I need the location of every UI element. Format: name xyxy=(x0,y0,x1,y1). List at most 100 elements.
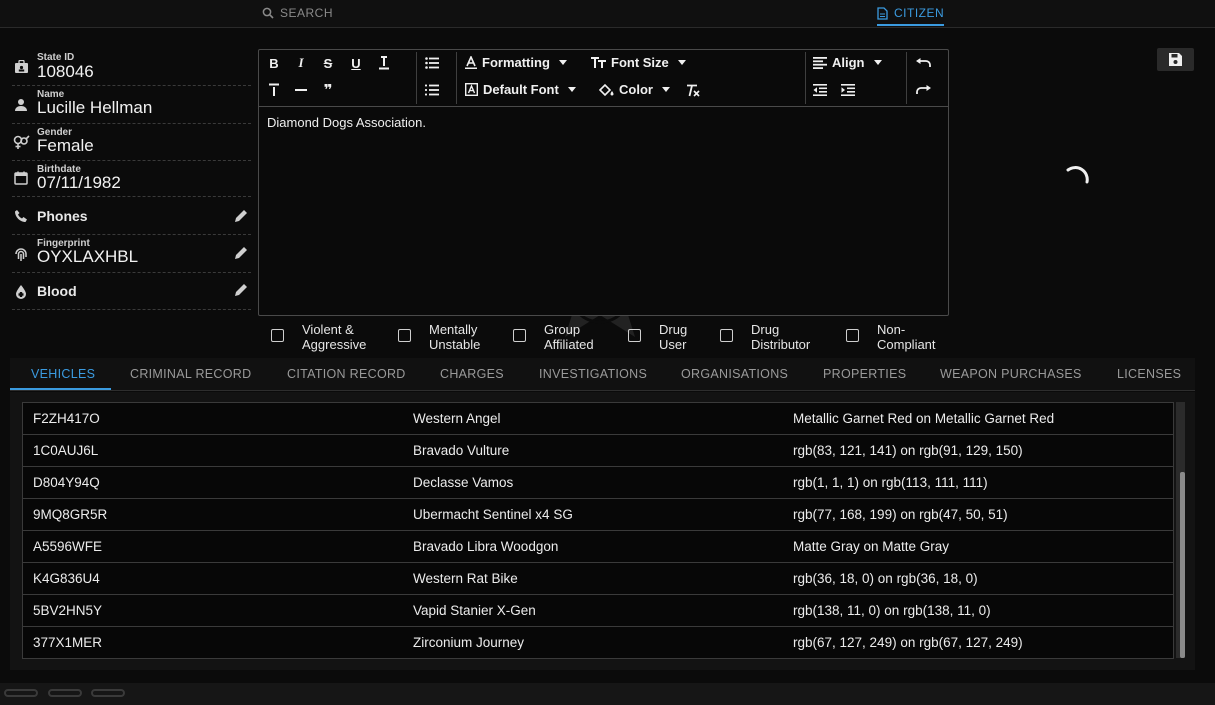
underline-button[interactable]: U xyxy=(347,53,365,73)
subscript-icon xyxy=(379,56,389,70)
table-row[interactable]: A5596WFE Bravado Libra Woodgon Matte Gray … xyxy=(22,531,1174,563)
table-row[interactable]: 5BV2HN5Y Vapid Stanier X-Gen rgb(138, 11, … xyxy=(22,595,1174,627)
tab-investigations[interactable]: INVESTIGATIONS xyxy=(539,367,647,381)
toolbar-separator xyxy=(416,52,417,104)
indent-icon xyxy=(841,84,855,96)
checkbox[interactable] xyxy=(271,329,284,342)
editor-content[interactable]: Diamond Dogs Association. xyxy=(267,115,426,130)
vehicle-color: rgb(36, 18, 0) on rgb(36, 18, 0) xyxy=(793,571,978,586)
checkbox[interactable] xyxy=(398,329,411,342)
notes-editor[interactable]: B I S U ❞ Formatting Font Size Default F… xyxy=(258,49,949,316)
flag-violent-aggressive[interactable]: Violent & Aggressive xyxy=(271,322,366,352)
clear-format-icon xyxy=(687,84,700,97)
table-row[interactable]: 9MQ8GR5R Ubermacht Sentinel x4 SG rgb(77, … xyxy=(22,499,1174,531)
edit-phones-pencil-icon[interactable] xyxy=(233,208,249,224)
table-row[interactable]: K4G836U4 Western Rat Bike rgb(36, 18, 0) o… xyxy=(22,563,1174,595)
bottom-pill-button[interactable] xyxy=(91,689,125,697)
vehicle-color: Matte Gray on Matte Gray xyxy=(793,539,950,554)
tab-properties[interactable]: PROPERTIES xyxy=(823,367,906,381)
table-row[interactable]: D804Y94Q Declasse Vamos rgb(1, 1, 1) on rg… xyxy=(22,467,1174,499)
table-row[interactable]: 377X1MER Zirconium Journey rgb(67, 127, 24… xyxy=(22,627,1174,659)
superscript-icon xyxy=(269,83,279,96)
undo-button[interactable] xyxy=(913,53,933,73)
fingerprint-icon xyxy=(12,245,30,263)
paint-bucket-icon xyxy=(599,83,614,96)
flag-drug-user[interactable]: Drug User xyxy=(628,322,687,352)
default-font-dropdown[interactable]: Default Font xyxy=(465,82,576,97)
vehicle-plate: 377X1MER xyxy=(33,635,103,650)
align-dropdown[interactable]: Align xyxy=(813,55,882,70)
save-button[interactable] xyxy=(1157,48,1194,71)
vehicle-model: Western Rat Bike xyxy=(413,571,518,586)
flag-non-compliant[interactable]: Non- Compliant xyxy=(846,322,936,352)
tab-licenses[interactable]: LICENSES xyxy=(1117,367,1181,381)
clear-format-button[interactable] xyxy=(684,80,702,100)
font-size-dropdown[interactable]: Font Size xyxy=(591,55,686,70)
flag-drug-distributor[interactable]: Drug Distributor xyxy=(720,322,810,352)
bold-button[interactable]: B xyxy=(265,53,283,73)
checkbox[interactable] xyxy=(628,329,641,342)
horizontal-rule-button[interactable] xyxy=(292,80,310,100)
scrollbar-thumb[interactable] xyxy=(1180,472,1185,658)
phones-label: Phones xyxy=(37,208,88,224)
italic-button[interactable]: I xyxy=(292,53,310,73)
flag-label-line: Violent & xyxy=(302,322,354,337)
align-left-icon xyxy=(813,56,827,69)
flag-label-line: User xyxy=(659,337,687,352)
birthdate-value: 07/11/1982 xyxy=(37,173,121,192)
default-font-label: Default Font xyxy=(483,82,559,97)
blockquote-button[interactable]: ❞ xyxy=(319,80,337,100)
gender-field: Gender Female xyxy=(12,124,251,161)
align-label: Align xyxy=(832,55,865,70)
flag-mentally-unstable[interactable]: Mentally Unstable xyxy=(398,322,480,352)
table-row[interactable]: 1C0AUJ6L Bravado Vulture rgb(83, 121, 141)… xyxy=(22,435,1174,467)
bottom-pill-button[interactable] xyxy=(48,689,82,697)
flag-label-line: Drug xyxy=(751,322,780,337)
strikethrough-button[interactable]: S xyxy=(319,53,337,73)
table-row[interactable]: F2ZH417O Western Angel Metallic Garnet Red… xyxy=(22,403,1174,435)
checkbox[interactable] xyxy=(720,329,733,342)
redo-button[interactable] xyxy=(913,80,933,100)
loading-spinner-icon xyxy=(1066,166,1089,184)
numbered-list-icon xyxy=(425,84,439,96)
vehicle-color: rgb(67, 127, 249) on rgb(67, 127, 249) xyxy=(793,635,1023,650)
vehicle-plate: 1C0AUJ6L xyxy=(33,443,99,458)
horizontal-rule-icon xyxy=(295,89,307,91)
checkbox[interactable] xyxy=(846,329,859,342)
tab-citation-record[interactable]: CITATION RECORD xyxy=(287,367,406,381)
tab-vehicles[interactable]: VEHICLES xyxy=(31,367,95,381)
search-icon xyxy=(262,7,274,19)
search-tab-label: SEARCH xyxy=(280,6,334,20)
vehicle-color: rgb(77, 168, 199) on rgb(47, 50, 51) xyxy=(793,507,1008,522)
tab-weapon-purchases[interactable]: WEAPON PURCHASES xyxy=(940,367,1082,381)
search-tab[interactable]: SEARCH xyxy=(262,6,333,20)
flag-label-line: Group xyxy=(544,322,581,337)
tab-charges[interactable]: CHARGES xyxy=(440,367,504,381)
tab-organisations[interactable]: ORGANISATIONS xyxy=(681,367,788,381)
checkbox[interactable] xyxy=(513,329,526,342)
font-size-label: Font Size xyxy=(611,55,669,70)
edit-blood-pencil-icon[interactable] xyxy=(233,282,249,298)
superscript-button[interactable] xyxy=(265,80,283,100)
color-dropdown[interactable]: Color xyxy=(599,82,670,97)
outdent-button[interactable] xyxy=(811,80,829,100)
flag-label: Mentally Unstable xyxy=(429,322,480,352)
citizen-tab[interactable]: CITIZEN xyxy=(877,6,945,26)
bullet-list-button[interactable] xyxy=(422,53,442,73)
bottom-pill-button[interactable] xyxy=(4,689,38,697)
indent-button[interactable] xyxy=(839,80,857,100)
flag-label: Drug Distributor xyxy=(751,322,810,352)
toolbar-separator xyxy=(805,52,806,104)
flag-label: Violent & Aggressive xyxy=(302,322,366,352)
phones-field: Phones xyxy=(12,197,251,235)
subscript-button[interactable] xyxy=(375,53,393,73)
formatting-dropdown[interactable]: Formatting xyxy=(465,55,567,70)
tab-criminal-record[interactable]: CRIMINAL RECORD xyxy=(130,367,251,381)
toolbar-separator xyxy=(906,52,907,104)
numbered-list-button[interactable] xyxy=(422,80,442,100)
font-size-icon xyxy=(591,56,606,68)
edit-fingerprint-pencil-icon[interactable] xyxy=(233,245,249,261)
flag-group-affiliated[interactable]: Group Affiliated xyxy=(513,322,594,352)
vehicle-model: Zirconium Journey xyxy=(413,635,525,650)
blood-label: Blood xyxy=(37,283,77,299)
